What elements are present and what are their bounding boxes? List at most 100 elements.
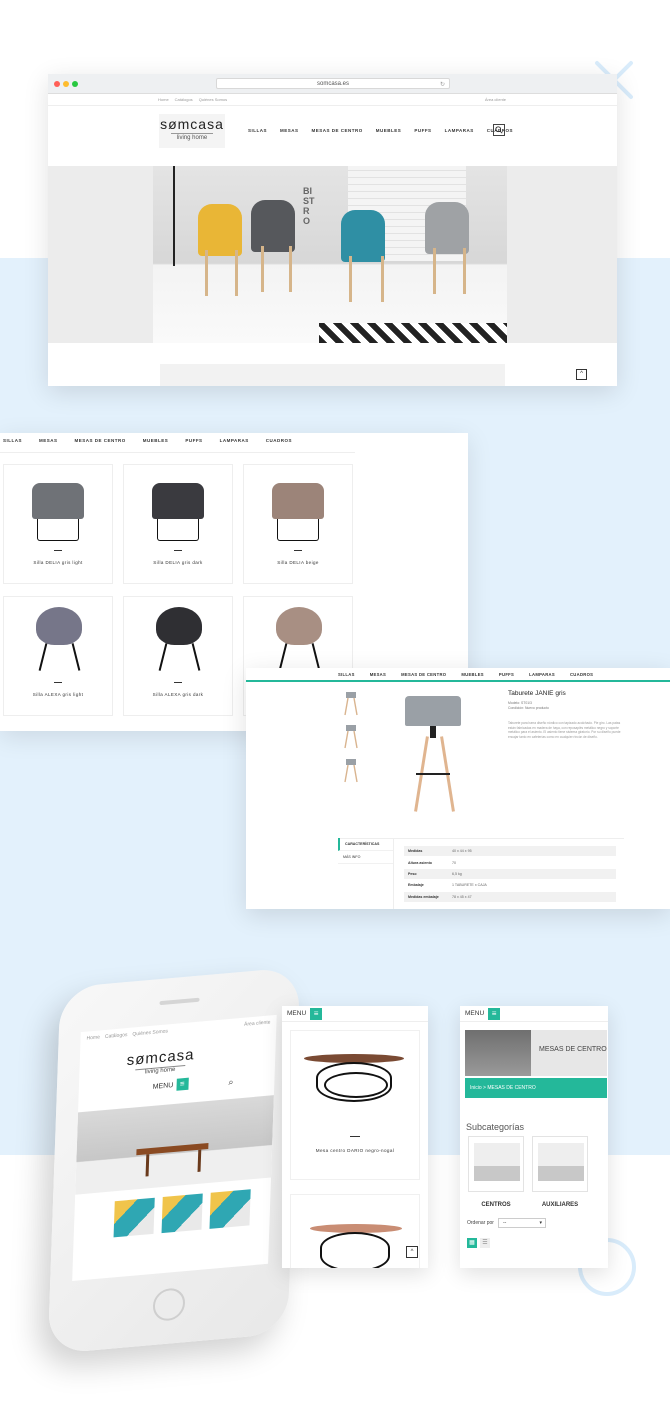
subcategory-label[interactable]: CENTROS [468,1202,524,1208]
nav-item-sillas[interactable]: SILLAS [338,672,355,677]
nav-item-puffs[interactable]: PUFFS [499,672,514,677]
topbar-link-home[interactable]: Home [86,1034,100,1041]
sort-label: Ordenar por [467,1220,494,1226]
reload-icon[interactable]: ↻ [440,80,445,90]
category-tile[interactable] [161,1193,203,1234]
product-card[interactable]: Silla ALEXA gris dark [123,596,233,716]
topbar-link-area-cliente[interactable]: Área cliente [244,1019,271,1027]
table-row: Medidas 40 x 44 x 95 [404,846,616,858]
main-nav: SILLAS MESAS MESAS DE CENTRO MUEBLES PUF… [248,128,513,133]
product-name[interactable]: Silla DELIA gris light [4,560,112,565]
subcategory-label[interactable]: AUXILIARES [532,1202,588,1208]
mobile-category-page: MENU ≡ MESAS DE CENTRO Inicio > MESAS DE… [460,1006,608,1268]
list-view-icon[interactable]: ☰ [480,1238,490,1248]
nav-item-puffs[interactable]: PUFFS [185,438,202,443]
hero-chair-dark-grey [251,200,295,252]
chair-leg [289,246,292,292]
product-card[interactable] [290,1030,420,1180]
topbar-link-area-cliente[interactable]: Área cliente [485,97,506,102]
stool-footrest [416,773,450,775]
nav-item-sillas[interactable]: SILLAS [248,128,267,133]
category-tile[interactable] [209,1189,251,1229]
topbar-link-quienes-somos[interactable]: Quiénes Somos [199,97,227,102]
search-icon[interactable]: ⌕ [228,1077,233,1088]
scroll-top-button[interactable]: ^ [406,1246,418,1258]
address-bar[interactable]: somcasa.es ↻ [216,78,450,89]
topbar-link-quienes-somos[interactable]: Quiénes Somos [132,1028,168,1037]
product-thumbnail[interactable] [342,757,360,783]
product-name[interactable]: Silla DELIA gris dark [124,560,232,565]
spec-key: Embalaje [408,883,424,888]
product-name[interactable]: Mesa centro DARIO negro-nogal [282,1148,428,1153]
nav-item-sillas[interactable]: SILLAS [3,438,22,443]
spec-key: Medidas embalaje [408,894,439,899]
product-image [36,607,82,645]
nav-item-mesas[interactable]: MESAS [39,438,58,443]
table-row: Altura asiento 70 [404,857,616,869]
tab-mas-info[interactable]: MÁS INFO [338,851,393,864]
breadcrumb[interactable]: Inicio > MESAS DE CENTRO [465,1078,607,1098]
product-card[interactable]: Silla DELIA gris light [3,464,113,584]
subcategory-card[interactable] [532,1136,588,1192]
search-button[interactable] [493,124,505,136]
nav-item-mesas[interactable]: MESAS [370,672,386,677]
product-image [272,483,324,519]
home-button[interactable] [152,1287,186,1322]
topbar-link-catalogos[interactable]: Catálogos [175,97,193,102]
spec-value: 1 TABURETE x CAJA [452,883,487,888]
nav-item-cuadros[interactable]: CUADROS [570,672,593,677]
url-text: somcasa.es [316,81,349,87]
product-card[interactable]: Silla DELIA gris dark [123,464,233,584]
maximize-dot-icon[interactable] [72,81,78,87]
product-name[interactable]: Silla ALEXA gris light [4,692,112,697]
scroll-top-button[interactable]: ^ [576,369,587,380]
nav-item-lamparas[interactable]: LAMPARAS [529,672,555,677]
product-detail-mockup: SILLAS MESAS MESAS DE CENTRO MUEBLES PUF… [246,668,670,909]
chair-legs [38,643,80,669]
category-title: MESAS DE CENTRO [539,1046,607,1053]
product-name[interactable]: Silla DELIA beige [244,560,352,565]
chair-legs [278,643,320,669]
nav-item-lamparas[interactable]: LAMPARAS [445,128,474,133]
chair-leg [463,248,466,294]
nav-item-muebles[interactable]: MUEBLES [376,128,402,133]
chevron-down-icon: ▾ [539,1220,542,1226]
search-icon [495,126,503,134]
category-banner: MESAS DE CENTRO [465,1030,607,1076]
nav-item-puffs[interactable]: PUFFS [414,128,431,133]
sort-select[interactable]: -- ▾ [498,1218,546,1228]
nav-item-cuadros[interactable]: CUADROS [266,438,292,443]
product-name[interactable]: Silla ALEXA gris dark [124,692,232,697]
menu-label[interactable]: MENU [287,1010,306,1017]
topbar-link-home[interactable]: Home [158,97,169,102]
nav-item-muebles[interactable]: MUEBLES [143,438,169,443]
product-card[interactable]: Silla ALEXA gris light [3,596,113,716]
spec-value: 40 x 44 x 95 [452,849,472,854]
topbar-link-catalogos[interactable]: Catálogos [105,1032,128,1040]
product-title: Taburete JANIE gris [508,690,566,697]
nav-item-lamparas[interactable]: LAMPARAS [220,438,249,443]
nav-item-mesas-de-centro[interactable]: MESAS DE CENTRO [75,438,126,443]
product-thumbnail[interactable] [342,690,360,716]
site-logo[interactable]: sømcasa living home [159,114,225,148]
nav-item-muebles[interactable]: MUEBLES [461,672,484,677]
hamburger-icon[interactable]: ≡ [488,1007,501,1020]
phone-speaker [159,997,200,1006]
nav-item-mesas-de-centro[interactable]: MESAS DE CENTRO [312,128,363,133]
product-image [32,483,84,519]
subcategory-card[interactable] [468,1136,524,1192]
hamburger-icon[interactable]: ≡ [310,1007,323,1020]
minimize-dot-icon[interactable] [63,81,69,87]
menu-button[interactable]: MENU ≡ [152,1070,274,1093]
nav-item-mesas[interactable]: MESAS [280,128,299,133]
product-meta: Modelo: ST01/3 Condición: Nuevo producto [508,701,549,711]
product-card[interactable]: Silla DELIA beige [243,464,353,584]
menu-label[interactable]: MENU [465,1010,484,1017]
grid-view-icon[interactable]: ▦ [467,1238,477,1248]
category-tile[interactable] [113,1197,155,1238]
close-dot-icon[interactable] [54,81,60,87]
nav-item-mesas-de-centro[interactable]: MESAS DE CENTRO [401,672,446,677]
product-thumbnail[interactable] [342,723,360,749]
tab-caracteristicas[interactable]: CARACTERÍSTICAS [338,838,393,851]
site-logo[interactable]: sømcasa living home [125,1046,196,1077]
